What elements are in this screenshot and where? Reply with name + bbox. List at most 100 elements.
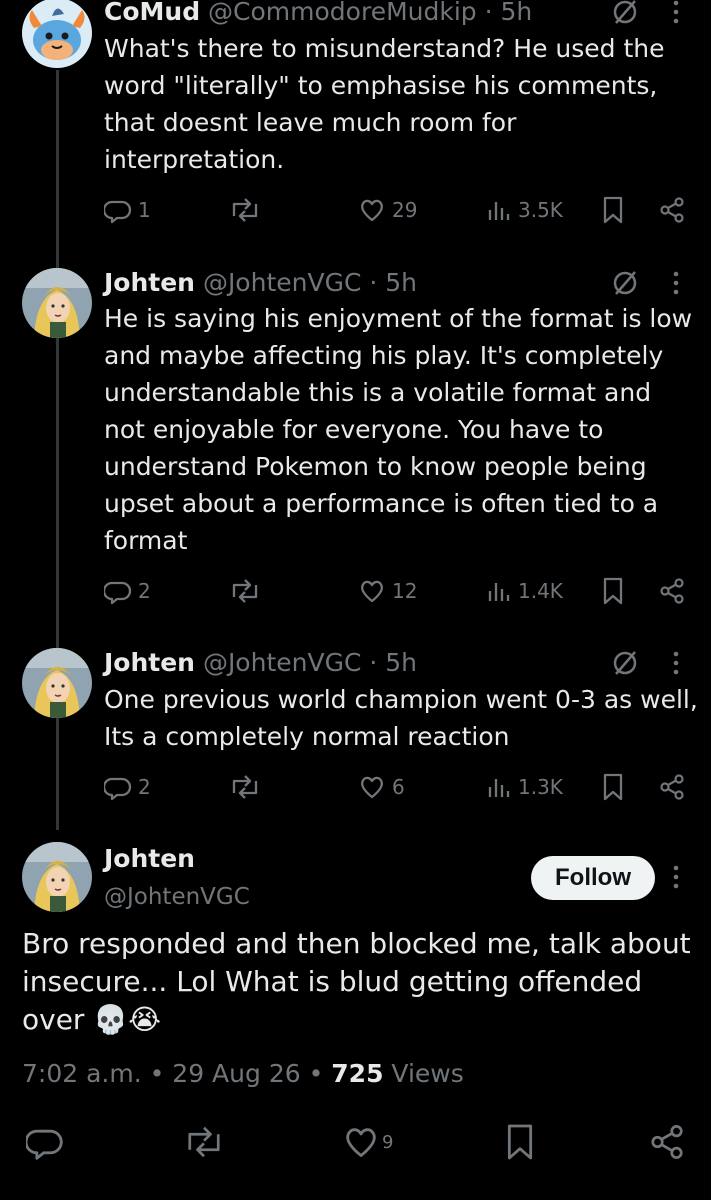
view-count: 3.5K: [518, 198, 563, 222]
bookmark-button[interactable]: [600, 195, 626, 225]
grok-icon[interactable]: [610, 268, 640, 298]
reply-icon: [104, 777, 132, 801]
tweet-text: What's there to misunderstand? He used t…: [104, 34, 665, 174]
separator-dot: •: [141, 1059, 173, 1088]
author-name[interactable]: Johten: [104, 268, 195, 297]
bookmark-icon: [603, 196, 623, 224]
repost-icon: [188, 1126, 220, 1158]
share-button[interactable]: [658, 772, 686, 802]
repost-button[interactable]: [228, 195, 268, 225]
repost-icon: [232, 198, 258, 222]
tweet-header: Johten @JohtenVGC · 5h: [104, 268, 417, 298]
more-options-icon[interactable]: [664, 862, 688, 892]
analytics-icon: [488, 202, 510, 220]
author-handle[interactable]: @JohtenVGC: [104, 882, 250, 912]
tweet-meta: 7:02 a.m. • 29 Aug 26 • 725 Views: [22, 1059, 464, 1089]
reply-icon: [104, 200, 132, 224]
views-label: Views: [391, 1059, 464, 1088]
bookmark-icon: [507, 1124, 533, 1160]
heart-icon: [346, 1128, 376, 1157]
separator-dot: ·: [361, 648, 386, 677]
more-options-icon[interactable]: [664, 648, 688, 678]
like-button[interactable]: 29: [358, 195, 417, 225]
repost-button[interactable]: [228, 772, 268, 802]
repost-icon: [232, 579, 258, 603]
like-button[interactable]: 9: [342, 1122, 393, 1162]
like-count: 12: [392, 579, 418, 603]
tweet-text: He is saying his enjoyment of the format…: [104, 304, 693, 555]
heart-icon: [361, 580, 383, 603]
follow-button[interactable]: Follow: [531, 856, 655, 900]
like-count: 6: [392, 775, 405, 799]
tweet-actions: 2 6 1.3K: [104, 772, 694, 802]
tweet-time[interactable]: 5h: [501, 0, 533, 26]
reply-icon: [104, 581, 132, 605]
author-handle[interactable]: @CommodoreMudkip: [208, 0, 477, 26]
view-count: 1.3K: [518, 775, 563, 799]
views-button[interactable]: 1.3K: [486, 772, 563, 802]
like-button[interactable]: 6: [358, 772, 405, 802]
separator-dot: ·: [361, 268, 386, 297]
more-options-icon[interactable]: [664, 0, 688, 27]
more-options-icon[interactable]: [664, 268, 688, 298]
reply-count: 2: [138, 775, 151, 799]
tweet-header: CoMud @CommodoreMudkip · 5h: [104, 0, 532, 27]
heart-icon: [361, 199, 383, 222]
share-icon: [651, 1125, 683, 1159]
reply-count: 1: [138, 198, 151, 222]
views-count: 725: [331, 1059, 384, 1088]
author-name[interactable]: Johten: [104, 648, 195, 677]
tweet-actions: 1 29 3.5K: [104, 195, 694, 225]
tweet-time[interactable]: 5h: [385, 268, 417, 297]
reply-button[interactable]: 1: [104, 195, 151, 225]
like-count: 9: [382, 1131, 394, 1153]
anime-character-avatar[interactable]: [22, 842, 92, 912]
analytics-icon: [488, 779, 510, 797]
bookmark-button[interactable]: [600, 576, 626, 606]
mudkip-avatar[interactable]: [22, 0, 92, 68]
reply-icon: [26, 1129, 63, 1160]
tweet-text: One previous world champion went 0-3 as …: [104, 685, 698, 751]
anime-character-avatar[interactable]: [22, 648, 92, 718]
repost-button[interactable]: [228, 576, 268, 606]
share-icon: [660, 774, 684, 800]
author-name[interactable]: Johten: [104, 844, 195, 874]
separator-dot: •: [300, 1059, 332, 1088]
main-tweet-actions: 9: [22, 1122, 692, 1162]
bookmark-icon: [603, 773, 623, 801]
reply-button[interactable]: 2: [104, 576, 151, 606]
analytics-icon: [488, 583, 510, 601]
view-count: 1.4K: [518, 579, 563, 603]
grok-icon[interactable]: [610, 0, 640, 27]
share-button[interactable]: [648, 1122, 686, 1162]
author-handle[interactable]: @JohtenVGC: [203, 648, 361, 677]
share-icon: [660, 578, 684, 604]
reply-button[interactable]: [26, 1122, 64, 1162]
tweet-text: Bro responded and then blocked me, talk …: [22, 927, 691, 1036]
anime-character-avatar[interactable]: [22, 268, 92, 338]
author-name[interactable]: CoMud: [104, 0, 200, 26]
separator-dot: ·: [476, 0, 501, 26]
reply-button[interactable]: 2: [104, 772, 151, 802]
bookmark-button[interactable]: [600, 772, 626, 802]
repost-icon: [232, 775, 258, 799]
tweet-time[interactable]: 7:02 a.m.: [22, 1059, 142, 1088]
repost-button[interactable]: [182, 1122, 226, 1162]
grok-icon[interactable]: [610, 648, 640, 678]
views-button[interactable]: 1.4K: [486, 576, 563, 606]
reply-count: 2: [138, 579, 151, 603]
share-button[interactable]: [658, 195, 686, 225]
tweet-actions: 2 12 1.4K: [104, 576, 694, 606]
bookmark-icon: [603, 577, 623, 605]
tweet-date[interactable]: 29 Aug 26: [172, 1059, 300, 1088]
tweet-header: Johten @JohtenVGC · 5h: [104, 648, 417, 678]
like-count: 29: [392, 198, 418, 222]
views-button[interactable]: 3.5K: [486, 195, 563, 225]
heart-icon: [361, 776, 383, 799]
share-icon: [660, 197, 684, 223]
author-handle[interactable]: @JohtenVGC: [203, 268, 361, 297]
like-button[interactable]: 12: [358, 576, 417, 606]
bookmark-button[interactable]: [502, 1122, 538, 1162]
tweet-time[interactable]: 5h: [385, 648, 417, 677]
share-button[interactable]: [658, 576, 686, 606]
